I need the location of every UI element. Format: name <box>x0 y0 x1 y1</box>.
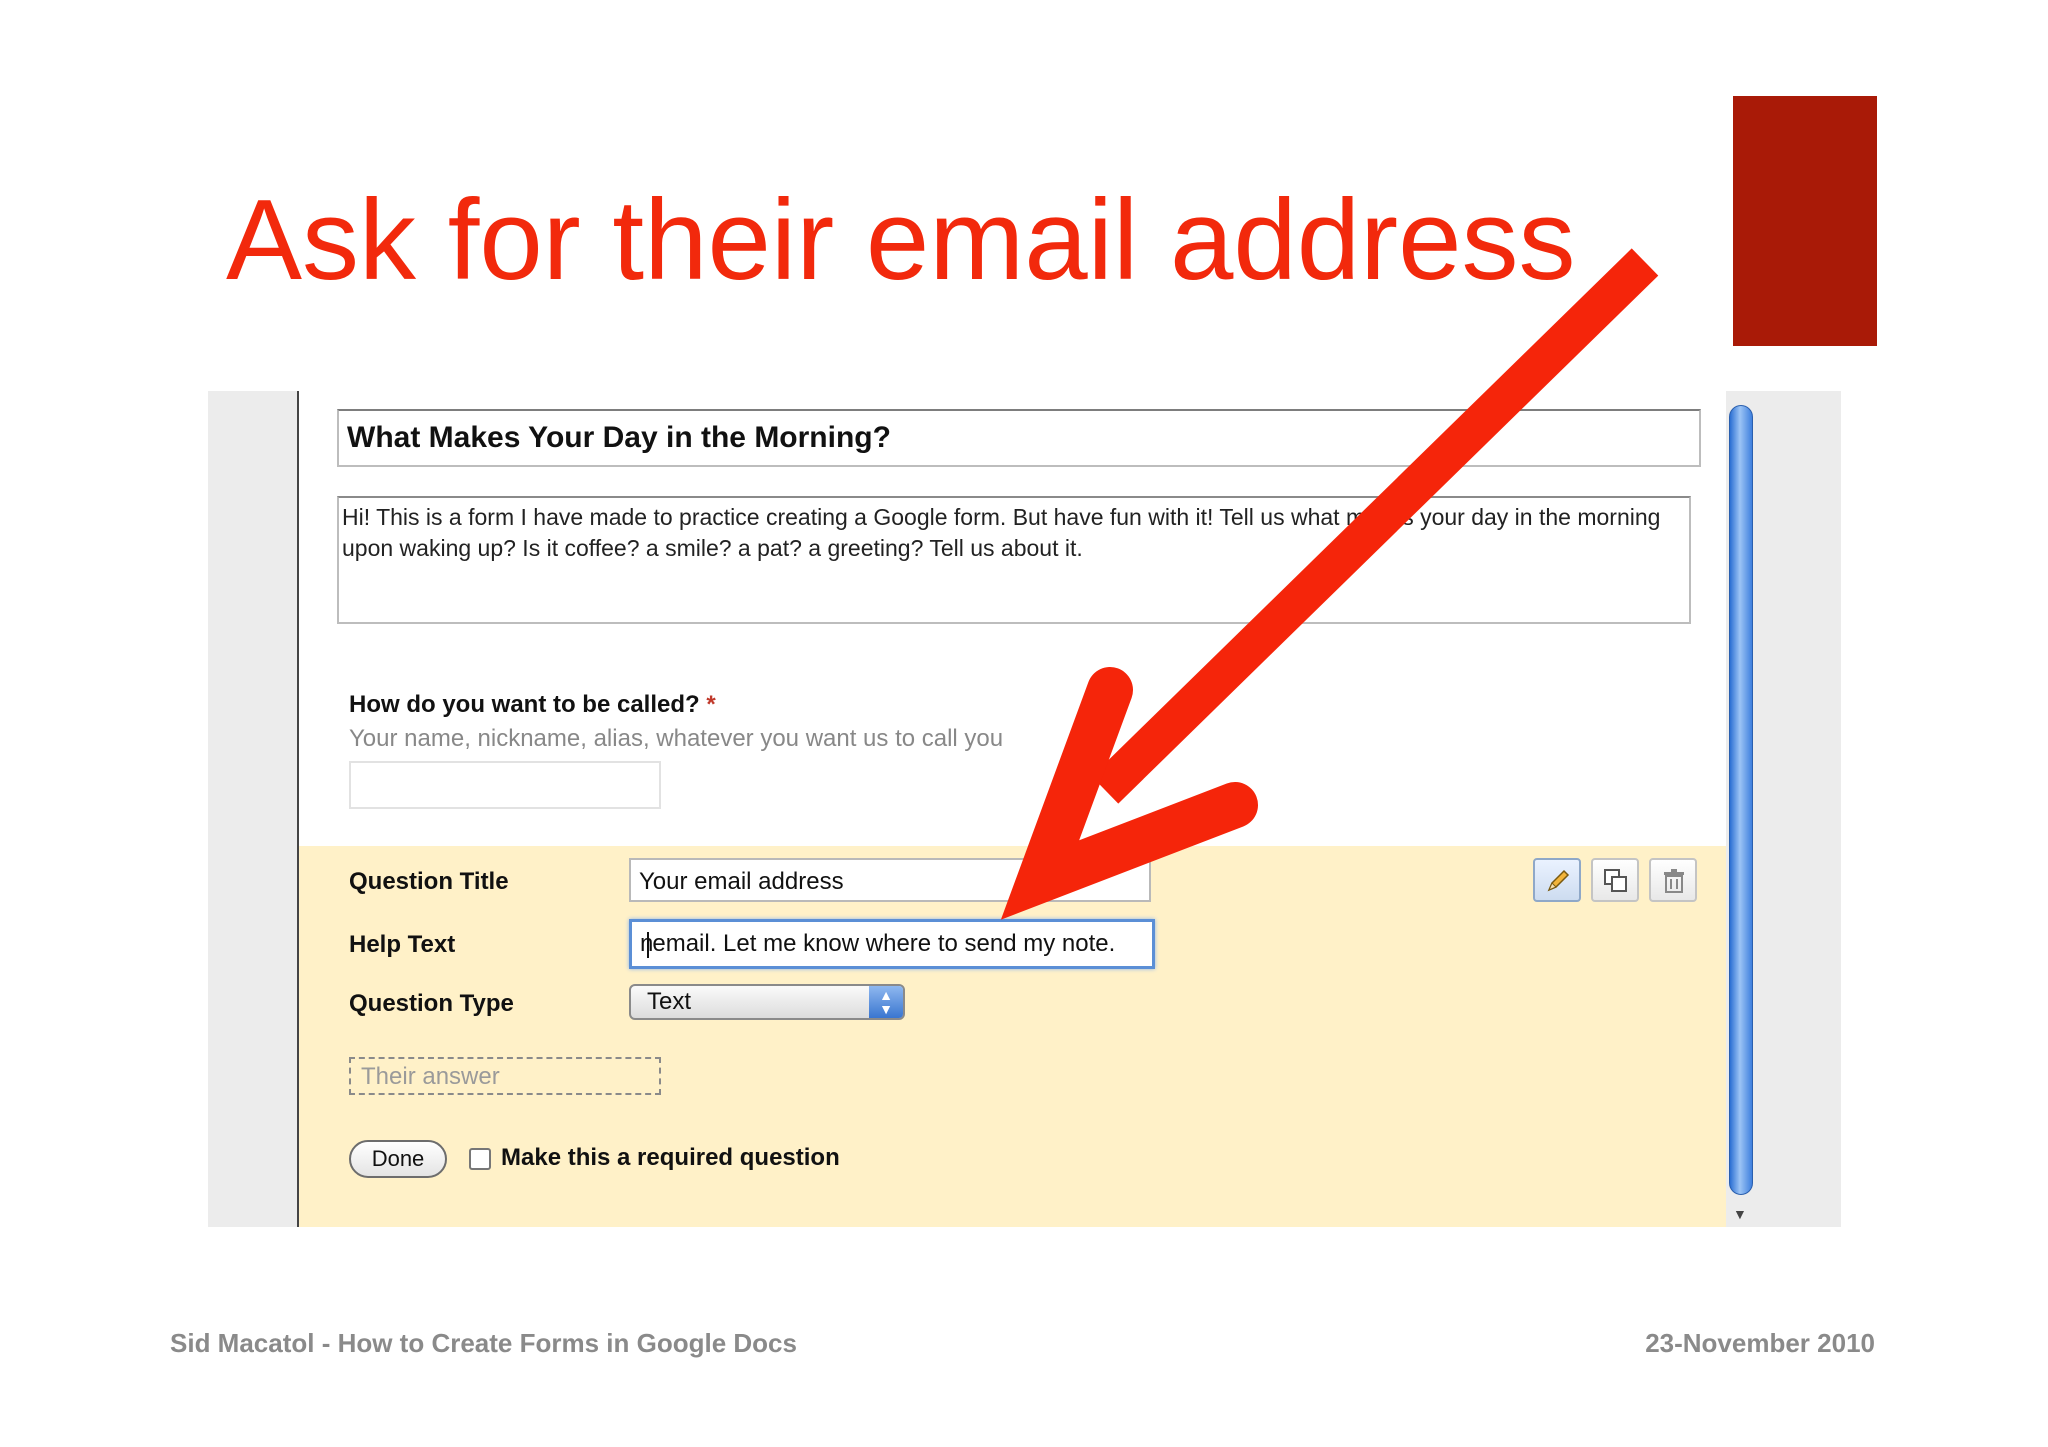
slide-title: Ask for their email address <box>226 177 1576 304</box>
question-title-value: Your email address <box>639 868 844 895</box>
vertical-scrollbar[interactable]: ▼ <box>1726 391 1756 1227</box>
footer-author: Sid Macatol - How to Create Forms in Goo… <box>170 1328 797 1358</box>
accent-block <box>1733 96 1877 346</box>
help-text-label: Help Text <box>349 931 456 958</box>
form-description-field[interactable]: Hi! This is a form I have made to practi… <box>337 496 1691 624</box>
duplicate-button[interactable] <box>1591 858 1639 902</box>
answer-preview: Their answer <box>349 1057 661 1095</box>
pencil-icon <box>1547 869 1570 892</box>
text-caret <box>647 931 650 958</box>
edit-button[interactable] <box>1533 858 1581 902</box>
question-1-input[interactable] <box>349 761 661 809</box>
question-type-label: Question Type <box>349 990 514 1017</box>
scrollbar-thumb[interactable] <box>1729 405 1753 1195</box>
question-1-title: How do you want to be called? * <box>349 691 716 719</box>
question-edit-panel: Question Title Your email address Help T… <box>299 846 1726 1227</box>
footer-date: 23-November 2010 <box>1645 1328 1875 1358</box>
question-title-input[interactable]: Your email address <box>629 858 1151 902</box>
delete-button[interactable] <box>1649 858 1697 902</box>
question-1-title-text: How do you want to be called? <box>349 691 700 718</box>
question-1-help: Your name, nickname, alias, whatever you… <box>349 725 1004 752</box>
required-star: * <box>706 691 716 718</box>
select-arrows-icon: ▲ ▼ <box>869 986 903 1018</box>
done-button[interactable]: Done <box>349 1140 447 1178</box>
required-checkbox[interactable] <box>469 1148 491 1170</box>
question-type-select[interactable]: Text ▲ ▼ <box>629 984 905 1020</box>
form-canvas: What Makes Your Day in the Morning? Hi! … <box>297 391 1726 1227</box>
scroll-down-arrow-icon[interactable]: ▼ <box>1733 1206 1747 1222</box>
trash-icon <box>1664 869 1684 893</box>
help-text-value-right: email. Let me know where to send my note… <box>652 930 1116 957</box>
question-type-value: Text <box>647 988 692 1015</box>
required-checkbox-label: Make this a required question <box>501 1144 840 1171</box>
question-title-label: Question Title <box>349 868 509 895</box>
form-title: What Makes Your Day in the Morning? <box>347 421 891 454</box>
form-description: Hi! This is a form I have made to practi… <box>342 504 1661 561</box>
help-text-input[interactable]: nemail. Let me know where to send my not… <box>629 919 1155 969</box>
duplicate-icon <box>1604 869 1627 892</box>
form-editor-screenshot: What Makes Your Day in the Morning? Hi! … <box>208 391 1841 1227</box>
form-title-field[interactable]: What Makes Your Day in the Morning? <box>337 409 1701 467</box>
